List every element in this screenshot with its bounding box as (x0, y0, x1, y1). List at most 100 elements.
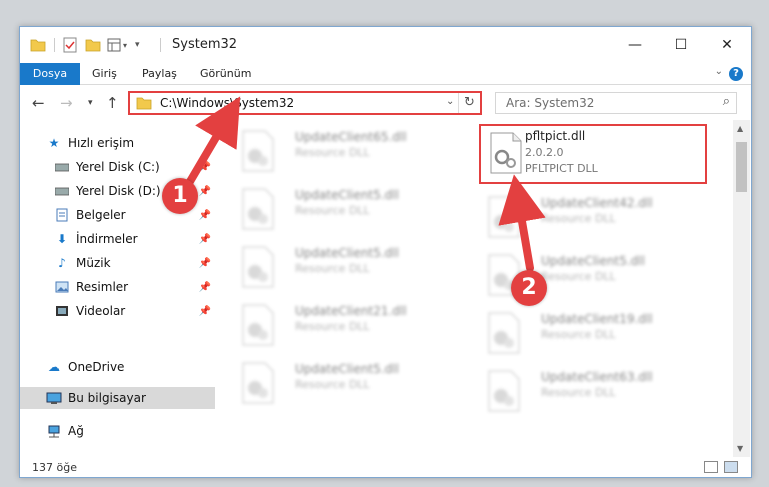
tab-paylas[interactable]: Paylaş (132, 63, 187, 85)
folder-icon[interactable] (30, 38, 46, 52)
sidebar-item-label: Videolar (76, 304, 126, 318)
new-folder-icon[interactable] (85, 38, 101, 52)
address-dropdown-icon[interactable]: ⌄ (446, 96, 454, 107)
dll-file-icon (488, 196, 520, 238)
dll-file-icon (242, 246, 274, 288)
scroll-up-icon[interactable]: ▲ (737, 124, 743, 133)
minimize-button[interactable]: — (612, 31, 658, 59)
pin-icon[interactable]: 📌 (199, 234, 211, 245)
dll-file-icon (490, 132, 522, 174)
tab-gorunum[interactable]: Görünüm (190, 63, 261, 85)
file-description: Resource DLL (295, 378, 370, 391)
callout-step-1: 1 (162, 178, 198, 214)
sidebar-item-onedrive[interactable]: ☁ OneDrive (20, 356, 215, 378)
properties-icon[interactable] (63, 37, 77, 53)
file-name: UpdateClient5.dll (295, 246, 399, 260)
address-path[interactable]: C:\Windows\System32 (160, 96, 294, 110)
title-bar: ▾ ▾ System32 — ☐ ✕ (20, 27, 751, 63)
sidebar-item-label: OneDrive (68, 360, 125, 374)
search-input[interactable]: Ara: System32 ⌕ (495, 92, 737, 114)
dll-file-icon (242, 130, 274, 172)
dropdown-arrow-icon[interactable]: ▾ (123, 41, 127, 50)
up-arrow-icon[interactable]: ↑ (106, 94, 119, 112)
file-list: UpdateClient65.dll Resource DLL UpdateCl… (223, 120, 733, 457)
scroll-down-icon[interactable]: ▼ (737, 444, 743, 453)
help-button[interactable]: ? (729, 67, 743, 81)
file-description: Resource DLL (541, 328, 616, 341)
dll-file-icon (488, 312, 520, 354)
item-count: 137 öğe (32, 461, 77, 474)
file-item[interactable]: UpdateClient5.dll Resource DLL (233, 182, 463, 238)
sidebar-item-label: Bu bilgisayar (68, 391, 146, 405)
refresh-icon[interactable]: ↻ (464, 95, 475, 110)
navigation-pane: ★ Hızlı erişim Yerel Disk (C:) 📌 Yerel D… (20, 120, 215, 457)
tiles-view-icon[interactable] (724, 461, 738, 473)
sidebar-item-this-pc[interactable]: Bu bilgisayar (20, 387, 215, 409)
file-name: UpdateClient42.dll (541, 196, 653, 210)
status-bar: 137 öğe (20, 457, 751, 477)
file-description: Resource DLL (541, 270, 616, 283)
file-description: Resource DLL (541, 212, 616, 225)
search-icon[interactable]: ⌕ (723, 94, 730, 109)
pin-icon[interactable]: 📌 (199, 186, 211, 197)
dll-file-icon (488, 370, 520, 412)
music-icon: ♪ (58, 256, 66, 270)
pin-icon[interactable]: 📌 (199, 306, 211, 317)
file-item[interactable]: UpdateClient42.dll Resource DLL (479, 190, 709, 246)
sidebar-item-videos[interactable]: Videolar 📌 (20, 300, 215, 322)
pin-icon[interactable]: 📌 (199, 210, 211, 221)
pin-icon[interactable]: 📌 (199, 258, 211, 269)
dll-file-icon (242, 362, 274, 404)
scroll-thumb[interactable] (736, 142, 747, 192)
sidebar-item-quick-access[interactable]: ★ Hızlı erişim (20, 132, 215, 154)
vertical-scrollbar[interactable]: ▲ ▼ (733, 120, 750, 457)
tab-dosya[interactable]: Dosya (20, 63, 80, 85)
sidebar-item-disk-c[interactable]: Yerel Disk (C:) 📌 (20, 156, 215, 178)
sidebar-item-label: Yerel Disk (C:) (76, 160, 160, 174)
sidebar-item-label: Belgeler (76, 208, 126, 222)
sidebar-item-network[interactable]: Ağ (20, 420, 215, 442)
file-name: UpdateClient21.dll (295, 304, 407, 318)
file-item-pfltpict[interactable]: pfltpict.dll 2.0.2.0 PFLTPICT DLL (479, 124, 707, 184)
sidebar-item-pictures[interactable]: Resimler 📌 (20, 276, 215, 298)
dll-file-icon (242, 188, 274, 230)
pin-icon[interactable]: 📌 (199, 282, 211, 293)
cloud-icon: ☁ (48, 360, 60, 374)
forward-arrow-icon[interactable]: → (60, 94, 73, 112)
address-bar[interactable]: C:\Windows\System32 ⌄ ↻ (128, 91, 482, 115)
view-toggle-icon[interactable] (107, 38, 121, 52)
file-name: pfltpict.dll (525, 129, 586, 143)
close-button[interactable]: ✕ (704, 31, 750, 59)
file-item[interactable]: UpdateClient21.dll Resource DLL (233, 298, 463, 354)
file-item[interactable]: UpdateClient5.dll Resource DLL (233, 240, 463, 296)
search-placeholder: Ara: System32 (506, 96, 595, 110)
file-name: UpdateClient5.dll (295, 188, 399, 202)
callout-step-2: 2 (511, 270, 547, 306)
sidebar-item-label: Hızlı erişim (68, 136, 135, 150)
file-item[interactable]: UpdateClient19.dll Resource DLL (479, 306, 709, 362)
pictures-icon (54, 280, 70, 294)
back-arrow-icon[interactable]: ← (32, 94, 45, 112)
file-item[interactable]: UpdateClient5.dll Resource DLL (233, 356, 463, 412)
ribbon-tabs: Dosya Giriş Paylaş Görünüm ⌄ ? (20, 63, 751, 85)
ribbon-expand-icon[interactable]: ⌄ (715, 66, 723, 77)
file-description: Resource DLL (295, 204, 370, 217)
file-description: PFLTPICT DLL (525, 162, 598, 175)
documents-icon (54, 208, 70, 222)
details-view-icon[interactable] (704, 461, 718, 473)
sidebar-item-label: Müzik (76, 256, 111, 270)
file-item[interactable]: UpdateClient65.dll Resource DLL (233, 124, 463, 180)
pin-icon[interactable]: 📌 (199, 162, 211, 173)
star-icon: ★ (48, 136, 60, 150)
file-version: 2.0.2.0 (525, 146, 564, 159)
sidebar-item-label: Yerel Disk (D:) (76, 184, 161, 198)
customize-toolbar-icon[interactable]: ▾ (135, 40, 140, 50)
tab-giris[interactable]: Giriş (82, 63, 127, 85)
sidebar-item-music[interactable]: ♪ Müzik 📌 (20, 252, 215, 274)
sidebar-item-downloads[interactable]: ⬇ İndirmeler 📌 (20, 228, 215, 250)
recent-locations-icon[interactable]: ▾ (88, 98, 93, 108)
file-item[interactable]: UpdateClient63.dll Resource DLL (479, 364, 709, 420)
file-description: Resource DLL (541, 386, 616, 399)
maximize-button[interactable]: ☐ (658, 31, 704, 59)
video-icon (54, 304, 70, 318)
